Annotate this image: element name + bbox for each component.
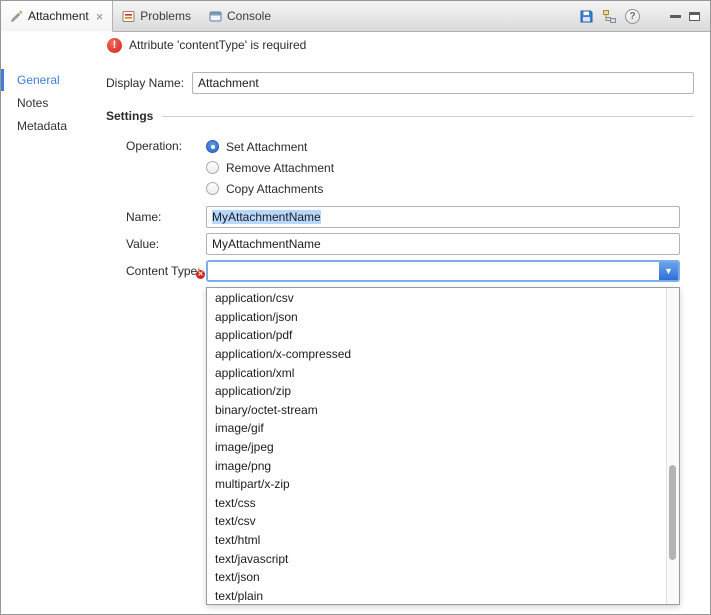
- radio-button-icon[interactable]: [206, 140, 219, 153]
- selected-text: MyAttachmentName: [212, 210, 321, 224]
- dropdown-option[interactable]: application/xml: [207, 363, 667, 382]
- dropdown-options: application/csv application/json applica…: [207, 289, 667, 605]
- error-icon: !: [107, 38, 122, 53]
- settings-section-header: Settings: [106, 109, 694, 123]
- radio-remove-attachment[interactable]: Remove Attachment: [206, 157, 334, 178]
- name-input[interactable]: MyAttachmentName: [206, 206, 680, 228]
- radio-button-icon[interactable]: [206, 161, 219, 174]
- scrollbar-thumb[interactable]: [669, 465, 676, 560]
- content-type-row: Content Type: ✕ ▼: [126, 260, 680, 282]
- section-divider: [162, 116, 694, 117]
- dropdown-option[interactable]: text/html: [207, 531, 667, 550]
- dropdown-option[interactable]: multipart/x-zip: [207, 475, 667, 494]
- dropdown-option[interactable]: image/png: [207, 456, 667, 475]
- value-label: Value:: [126, 237, 206, 251]
- tab-problems[interactable]: Problems: [113, 1, 200, 31]
- content-type-label: Content Type:: [126, 264, 206, 278]
- dropdown-option[interactable]: application/json: [207, 308, 667, 327]
- settings-title: Settings: [106, 109, 153, 123]
- tab-label: Console: [227, 9, 271, 23]
- validation-error-bar: ! Attribute 'contentType' is required: [1, 32, 710, 58]
- radio-set-attachment[interactable]: Set Attachment: [206, 136, 334, 157]
- tab-label: Attachment: [28, 9, 89, 23]
- radio-button-icon[interactable]: [206, 182, 219, 195]
- tab-label: Problems: [140, 9, 191, 23]
- sidebar-item-general[interactable]: General: [1, 69, 96, 91]
- dropdown-option[interactable]: text/json: [207, 568, 667, 587]
- view-toolbar: ?: [579, 1, 710, 31]
- operation-row: Operation: Set Attachment Remove Attachm…: [126, 136, 680, 199]
- hierarchy-icon[interactable]: [602, 9, 617, 24]
- display-name-label: Display Name:: [106, 76, 192, 90]
- chevron-down-icon[interactable]: ▼: [659, 262, 678, 280]
- operation-radio-group: Set Attachment Remove Attachment Copy At…: [206, 136, 334, 199]
- dropdown-option[interactable]: binary/octet-stream: [207, 401, 667, 420]
- name-label: Name:: [126, 210, 206, 224]
- sidebar-item-metadata[interactable]: Metadata: [1, 115, 96, 137]
- dropdown-scrollbar[interactable]: [666, 288, 679, 604]
- dropdown-option[interactable]: text/css: [207, 494, 667, 513]
- tab-attachment[interactable]: Attachment ×: [1, 1, 113, 32]
- properties-editor-window: Attachment × Problems Console: [0, 0, 711, 615]
- dropdown-option[interactable]: application/csv: [207, 289, 667, 308]
- dropdown-option[interactable]: text/plain: [207, 587, 667, 606]
- display-name-input[interactable]: [192, 72, 694, 94]
- dropdown-option[interactable]: application/pdf: [207, 326, 667, 345]
- close-icon[interactable]: ×: [96, 10, 104, 23]
- minimize-icon[interactable]: [670, 15, 681, 18]
- radio-copy-attachments[interactable]: Copy Attachments: [206, 178, 334, 199]
- problems-icon: [122, 10, 135, 23]
- tab-console[interactable]: Console: [200, 1, 280, 31]
- sidebar-item-notes[interactable]: Notes: [1, 92, 96, 114]
- save-icon[interactable]: [579, 9, 594, 24]
- content-type-dropdown-list: application/csv application/json applica…: [206, 287, 680, 605]
- dropdown-option[interactable]: application/x-compressed: [207, 345, 667, 364]
- general-panel: Display Name: Settings Operation: Set At…: [96, 58, 710, 615]
- operation-label: Operation:: [126, 136, 206, 157]
- display-name-row: Display Name:: [106, 72, 694, 94]
- value-input[interactable]: [206, 233, 680, 255]
- console-icon: [209, 10, 222, 23]
- value-row: Value:: [126, 233, 680, 255]
- help-icon[interactable]: ?: [625, 9, 640, 24]
- error-decorator-icon: ✕: [196, 270, 205, 279]
- attachment-pencil-icon: [10, 10, 23, 23]
- editor-tab-bar: Attachment × Problems Console: [1, 1, 710, 32]
- dropdown-option[interactable]: text/csv: [207, 512, 667, 531]
- dropdown-option[interactable]: image/jpeg: [207, 438, 667, 457]
- dropdown-option[interactable]: application/zip: [207, 382, 667, 401]
- dropdown-option[interactable]: image/gif: [207, 419, 667, 438]
- maximize-icon[interactable]: [689, 12, 700, 21]
- properties-sidebar: General Notes Metadata: [1, 58, 96, 615]
- error-message: Attribute 'contentType' is required: [129, 38, 306, 52]
- name-row: Name: MyAttachmentName: [126, 206, 680, 228]
- content-type-combobox[interactable]: ✕ ▼: [206, 260, 680, 282]
- dropdown-option[interactable]: text/javascript: [207, 549, 667, 568]
- combo-value[interactable]: [208, 262, 659, 280]
